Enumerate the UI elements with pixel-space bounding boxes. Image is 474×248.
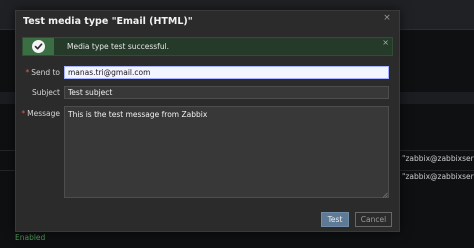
close-message-icon[interactable]: × [382, 38, 389, 47]
dialog-title: Test media type "Email (HTML)" [23, 16, 193, 27]
subject-label: Subject [31, 88, 60, 97]
background-row-text: "zabbix@zabbixserver" [402, 154, 474, 163]
close-icon[interactable]: × [381, 12, 393, 24]
required-marker: * [25, 68, 30, 77]
cancel-button[interactable]: Cancel [355, 212, 392, 227]
message-label: * Message [21, 109, 60, 118]
background-row-text: "zabbix@zabbixserver" [402, 172, 474, 181]
required-marker: * [21, 109, 26, 118]
message-textarea[interactable]: This is the test message from Zabbix [64, 106, 389, 198]
checkmark-icon [32, 40, 45, 53]
background-status-link[interactable]: Enabled [15, 233, 45, 242]
subject-input[interactable] [64, 86, 389, 99]
test-media-type-dialog: Test media type "Email (HTML)" × Media t… [15, 10, 400, 232]
success-icon-box [23, 38, 54, 55]
test-button[interactable]: Test [321, 212, 349, 227]
success-message-text: Media type test successful. [67, 42, 170, 51]
resize-handle-icon[interactable] [382, 192, 388, 198]
send-to-input[interactable] [64, 66, 389, 79]
send-to-label: * Send to [25, 68, 60, 77]
success-message: Media type test successful. × [22, 37, 393, 56]
